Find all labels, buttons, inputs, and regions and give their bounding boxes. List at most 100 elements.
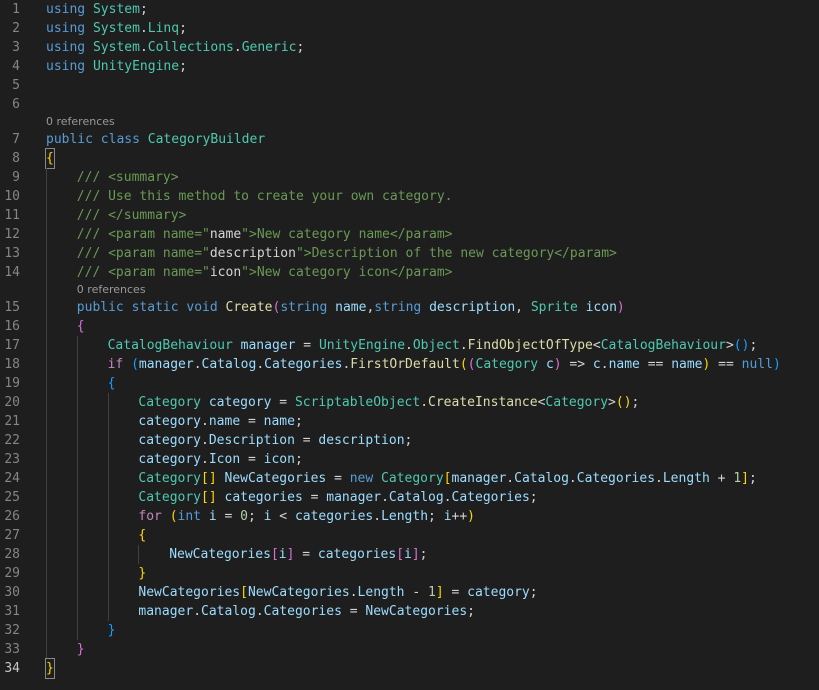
indent-guide [107,450,109,469]
code-token: . [459,338,468,353]
code-text[interactable]: CatalogBehaviour manager = UnityEngine.O… [108,336,758,355]
code-line[interactable]: 27 { [0,526,819,545]
code-token: System [92,21,140,36]
code-text[interactable]: using System.Collections.Generic; [46,38,304,57]
code-text[interactable]: /// <summary> [77,168,179,187]
code-text[interactable]: public static void Create(string name,st… [77,298,625,317]
indent-guide [46,393,47,412]
code-line[interactable]: 23 category.Icon = icon; [0,450,819,469]
code-text[interactable]: using UnityEngine; [46,57,187,76]
codelens-references[interactable]: 0 references [0,282,819,298]
code-line[interactable]: 5 [0,76,819,95]
code-token: int [177,509,202,524]
code-token: [ [443,471,452,486]
code-line[interactable]: 25 Category[] categories = manager.Catalo… [0,488,819,507]
code-text[interactable]: Category category = ScriptableObject.Cre… [138,393,639,412]
code-text[interactable]: category.Description = description; [138,431,412,450]
code-line[interactable]: 4 using UnityEngine; [0,57,819,76]
code-line[interactable]: 9 /// <summary> [0,168,819,187]
indent-guide [138,545,140,564]
code-token: System [92,40,140,55]
code-token: manager [326,490,382,505]
code-token: Catalog [201,357,257,372]
code-line[interactable]: 26 for (int i = 0; i < categories.Length;… [0,507,819,526]
code-line[interactable]: 1 using System; [0,0,819,19]
indent-guide [76,355,78,374]
code-line[interactable]: 16 { [0,317,819,336]
code-line[interactable]: 32} [0,621,819,640]
code-text[interactable]: /// <param name="name">New category name… [77,225,453,244]
code-text[interactable]: } [138,564,146,583]
code-line[interactable]: 20 Category category = ScriptableObject.C… [0,393,819,412]
code-token: == [710,357,742,372]
indent-guide [46,282,47,298]
code-text[interactable]: { [138,526,146,545]
code-line[interactable]: 3 using System.Collections.Generic; [0,38,819,57]
code-line[interactable]: 14 /// <param name="icon">New category ic… [0,263,819,282]
code-token: { [107,376,116,391]
code-token: + [709,471,734,486]
code-line[interactable]: 17 CatalogBehaviour manager = UnityEngine… [0,336,819,355]
code-line[interactable]: 19 { [0,374,819,393]
code-text[interactable]: NewCategories[NewCategories.Length - 1] … [138,583,537,602]
code-text[interactable]: { [108,374,116,393]
code-token: ; [179,21,187,36]
code-text[interactable]: { [77,317,85,336]
code-text[interactable]: for (int i = 0; i < categories.Length; i… [138,507,475,526]
code-token: /// [76,170,109,185]
code-line[interactable]: 34} [0,658,819,679]
editor-lines[interactable]: 1 using System; 2 using System.Linq; 3 using … [0,0,819,679]
code-line[interactable]: 33} [0,640,819,659]
code-text[interactable]: category.name = name; [138,412,302,431]
code-line[interactable]: 22 category.Description = description; [0,431,819,450]
indent-guide [46,507,47,526]
code-line[interactable]: 29} [0,564,819,583]
code-editor[interactable]: 1 using System; 2 using System.Linq; 3 using … [0,0,819,690]
code-token: CatalogBehaviour [107,338,233,353]
codelens-text[interactable]: 0 references [77,282,146,298]
code-text[interactable]: using System; [46,0,148,19]
code-text[interactable]: Category[] categories = manager.Catalog.… [138,488,537,507]
code-line[interactable]: 30 NewCategories[NewCategories.Length - 1… [0,583,819,602]
code-line[interactable]: 7 public class CategoryBuilder [0,130,819,149]
code-line[interactable]: 2 using System.Linq; [0,19,819,38]
code-text[interactable]: } [45,658,55,679]
code-text[interactable]: /// <param name="icon">New category icon… [77,263,453,282]
code-token: = [294,433,319,448]
code-text[interactable]: category.Icon = icon; [138,450,302,469]
code-line[interactable]: 6 [0,95,819,114]
code-token: i [208,509,217,524]
code-text[interactable]: Category[] NewCategories = new Category[… [138,469,756,488]
codelens-references[interactable]: 0 references [0,114,819,130]
code-line[interactable]: 18 if (manager.Catalog.Categories.FirstOr… [0,355,819,374]
code-text[interactable]: using System.Linq; [46,19,187,38]
code-text[interactable]: } [77,640,85,659]
code-line[interactable]: 11 /// </summary> [0,206,819,225]
code-line[interactable]: 24 Category[] NewCategories = new Categor… [0,469,819,488]
code-line[interactable]: 12 /// <param name="name">New category na… [0,225,819,244]
code-line[interactable]: 31 manager.Catalog.Categories = NewCatego… [0,602,819,621]
code-token: Categories [576,471,656,486]
code-token: icon [263,452,295,467]
code-text[interactable]: } [108,621,116,640]
code-text[interactable]: if (manager.Catalog.Categories.FirstOrDe… [108,355,781,374]
code-text[interactable]: /// <param name="description">Descriptio… [77,244,617,263]
code-line[interactable]: 21 category.name = name; [0,412,819,431]
code-text[interactable]: { [45,148,55,169]
code-text[interactable]: /// </summary> [77,206,187,225]
code-text[interactable]: public class CategoryBuilder [46,130,265,149]
code-text[interactable]: /// Use this method to create your own c… [77,187,453,206]
code-line[interactable]: 28 NewCategories[i] = categories[i]; [0,545,819,564]
code-text[interactable]: NewCategories[i] = categories[i]; [169,545,427,564]
code-line[interactable]: 13 /// <param name="description">Descript… [0,244,819,263]
code-token: Length [662,471,710,486]
code-token: ; [529,490,538,505]
code-line[interactable]: 10 /// Use this method to create your own… [0,187,819,206]
code-line[interactable]: 8{ [0,148,819,169]
code-text[interactable]: manager.Catalog.Categories = NewCategori… [138,602,475,621]
codelens-text[interactable]: 0 references [46,114,115,130]
matched-bracket: { [45,148,55,169]
code-token: icon [209,265,242,280]
code-line[interactable]: 15 public static void Create(string name,… [0,298,819,317]
